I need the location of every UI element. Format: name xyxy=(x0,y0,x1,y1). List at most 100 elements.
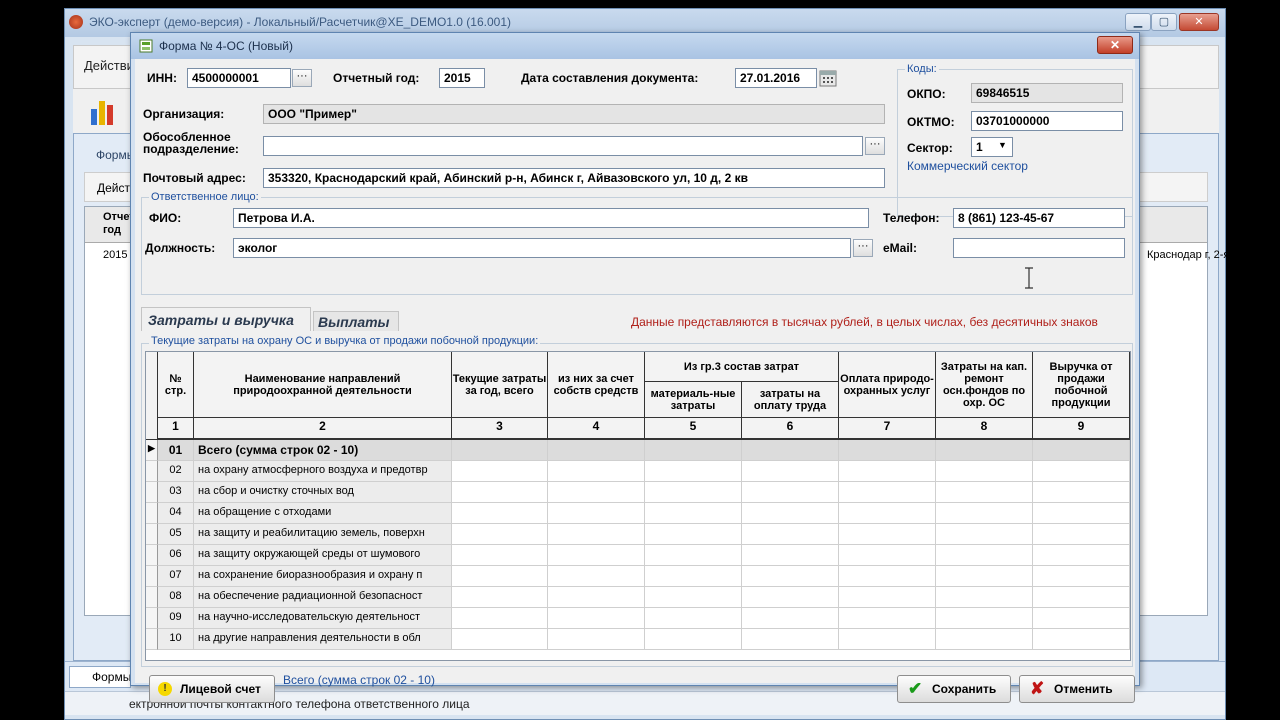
cancel-button[interactable]: ✘ Отменить xyxy=(1019,675,1135,703)
grid-cell-value[interactable] xyxy=(936,524,1033,545)
forms-grid-row-address[interactable]: Краснодар г, 2-я xyxy=(1147,249,1229,261)
grid-cell-value[interactable] xyxy=(548,608,645,629)
grid-cell-value[interactable] xyxy=(936,545,1033,566)
grid-cell-value[interactable] xyxy=(645,461,742,482)
grid-cell-value[interactable] xyxy=(548,440,645,461)
phone-field[interactable]: 8 (861) 123-45-67 xyxy=(953,208,1125,228)
grid-cell-value[interactable] xyxy=(1033,545,1130,566)
row-selector[interactable] xyxy=(146,566,158,587)
app-close-icon[interactable]: ✕ xyxy=(1179,13,1219,31)
grid-row[interactable]: 07 на сохранение биоразнообразия и охрану… xyxy=(146,566,1130,587)
grid-row[interactable]: 10 на другие направления деятельности в о… xyxy=(146,629,1130,650)
grid-cell-value[interactable] xyxy=(452,629,548,650)
fio-field[interactable]: Петрова И.А. xyxy=(233,208,869,228)
grid-cell-value[interactable] xyxy=(1033,608,1130,629)
grid-cell-value[interactable] xyxy=(548,461,645,482)
grid-cell-value[interactable] xyxy=(452,587,548,608)
grid-cell-value[interactable] xyxy=(1033,587,1130,608)
chart-tool-icon[interactable] xyxy=(89,93,117,127)
grid-cell-value[interactable] xyxy=(645,608,742,629)
grid-cell-value[interactable] xyxy=(645,587,742,608)
grid-cell-value[interactable] xyxy=(936,566,1033,587)
grid-cell-value[interactable] xyxy=(839,482,936,503)
minimize-icon[interactable]: ▁ xyxy=(1125,13,1151,31)
grid-cell-value[interactable] xyxy=(742,440,839,461)
grid-cell-value[interactable] xyxy=(1033,524,1130,545)
maximize-icon[interactable]: ▢ xyxy=(1151,13,1177,31)
row-selector[interactable] xyxy=(146,545,158,566)
row-selector[interactable] xyxy=(146,503,158,524)
sector-select[interactable]: 1 ▼ xyxy=(971,137,1013,157)
grid-cell-value[interactable] xyxy=(839,608,936,629)
grid-cell-value[interactable] xyxy=(742,482,839,503)
grid-row[interactable]: 03 на сбор и очистку сточных вод xyxy=(146,482,1130,503)
grid-cell-value[interactable] xyxy=(839,629,936,650)
grid-cell-value[interactable] xyxy=(548,566,645,587)
grid-cell-value[interactable] xyxy=(452,482,548,503)
date-field[interactable]: 27.01.2016 xyxy=(735,68,817,88)
taskbar-forms-item[interactable]: Формы xyxy=(69,666,131,688)
grid-cell-value[interactable] xyxy=(645,566,742,587)
grid-cell-value[interactable] xyxy=(452,503,548,524)
row-selector[interactable] xyxy=(146,482,158,503)
address-field[interactable]: 353320, Краснодарский край, Абинский р-н… xyxy=(263,168,885,188)
position-lookup-button[interactable]: ··· xyxy=(853,239,873,257)
row-selector[interactable] xyxy=(146,629,158,650)
grid-row[interactable]: 04 на обращение с отходами xyxy=(146,503,1130,524)
grid-cell-value[interactable] xyxy=(548,587,645,608)
grid-row[interactable]: 05 на защиту и реабилитацию земель, повер… xyxy=(146,524,1130,545)
grid-cell-value[interactable] xyxy=(936,629,1033,650)
inn-field[interactable]: 4500000001 xyxy=(187,68,291,88)
grid-cell-value[interactable] xyxy=(452,440,548,461)
grid-cell-value[interactable] xyxy=(452,461,548,482)
row-selector[interactable] xyxy=(146,524,158,545)
grid-cell-value[interactable] xyxy=(548,629,645,650)
grid-cell-value[interactable] xyxy=(742,524,839,545)
forms-grid-row-year[interactable]: 2015 xyxy=(103,249,127,261)
grid-cell-value[interactable] xyxy=(839,503,936,524)
grid-cell-value[interactable] xyxy=(742,587,839,608)
personal-account-button[interactable]: ! Лицевой счет xyxy=(149,675,275,703)
row-selector[interactable] xyxy=(146,461,158,482)
grid-cell-value[interactable] xyxy=(839,461,936,482)
tab-payments[interactable]: Выплаты xyxy=(313,311,399,331)
dialog-close-button[interactable]: ✕ xyxy=(1097,36,1133,54)
tab-costs-revenue[interactable]: Затраты и выручка xyxy=(141,307,311,331)
grid-cell-value[interactable] xyxy=(742,545,839,566)
grid-cell-value[interactable] xyxy=(742,503,839,524)
grid-cell-value[interactable] xyxy=(1033,440,1130,461)
grid-cell-value[interactable] xyxy=(936,608,1033,629)
row-selector-arrow-icon[interactable]: ▶ xyxy=(146,440,158,461)
grid-cell-value[interactable] xyxy=(839,545,936,566)
grid-cell-value[interactable] xyxy=(1033,503,1130,524)
email-field[interactable] xyxy=(953,238,1125,258)
grid-cell-value[interactable] xyxy=(548,503,645,524)
grid-cell-value[interactable] xyxy=(1033,566,1130,587)
grid-cell-value[interactable] xyxy=(645,503,742,524)
year-field[interactable]: 2015 xyxy=(439,68,485,88)
inn-lookup-button[interactable]: ··· xyxy=(292,69,312,87)
save-button[interactable]: ✔ Сохранить xyxy=(897,675,1011,703)
grid-cell-value[interactable] xyxy=(742,566,839,587)
grid-cell-value[interactable] xyxy=(645,482,742,503)
grid-cell-value[interactable] xyxy=(452,545,548,566)
grid-row[interactable]: 06 на защиту окружающей среды от шумового xyxy=(146,545,1130,566)
grid-cell-value[interactable] xyxy=(645,545,742,566)
grid-cell-value[interactable] xyxy=(839,587,936,608)
grid-row[interactable]: 08 на обеспечение радиационной безопаснос… xyxy=(146,587,1130,608)
grid-cell-value[interactable] xyxy=(1033,629,1130,650)
calendar-icon[interactable] xyxy=(819,69,837,87)
grid-cell-value[interactable] xyxy=(548,482,645,503)
grid-cell-value[interactable] xyxy=(1033,461,1130,482)
grid-cell-value[interactable] xyxy=(548,524,645,545)
row-selector[interactable] xyxy=(146,587,158,608)
grid-cell-value[interactable] xyxy=(548,545,645,566)
subdivision-lookup-button[interactable]: ··· xyxy=(865,137,885,155)
subdivision-field[interactable] xyxy=(263,136,863,156)
grid-cell-value[interactable] xyxy=(645,524,742,545)
row-selector[interactable] xyxy=(146,608,158,629)
grid-cell-value[interactable] xyxy=(452,524,548,545)
grid-cell-value[interactable] xyxy=(936,503,1033,524)
grid-cell-value[interactable] xyxy=(452,566,548,587)
grid-row[interactable]: 02 на охрану атмосферного воздуха и предо… xyxy=(146,461,1130,482)
